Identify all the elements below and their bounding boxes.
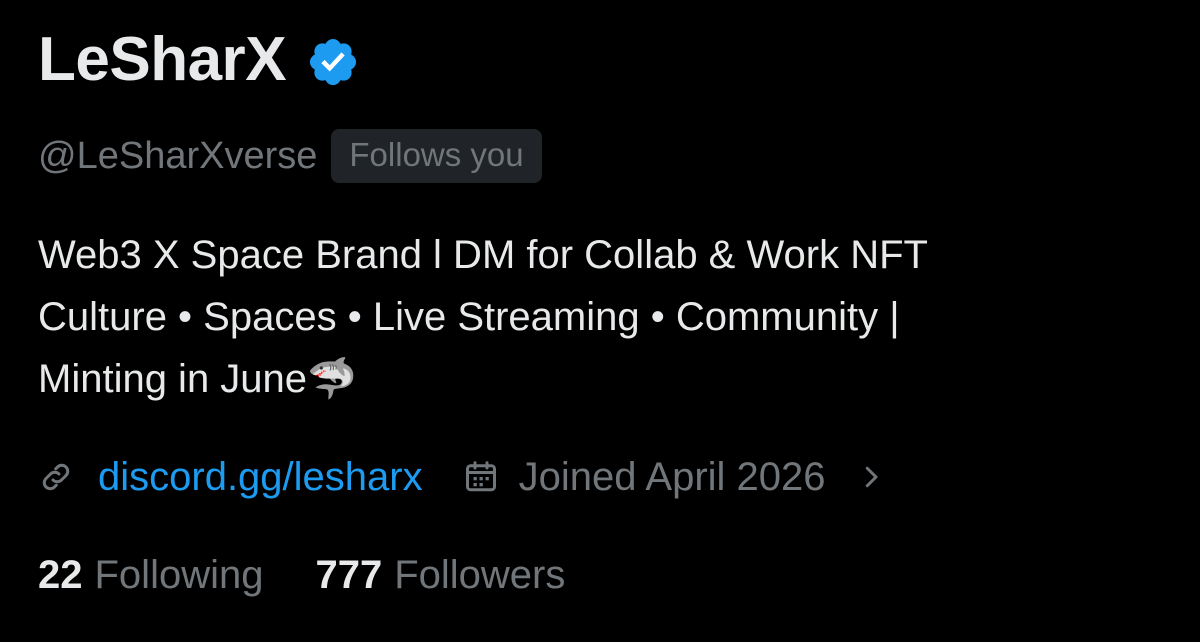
- name-row: LeSharX: [38, 22, 360, 98]
- chevron-right-icon[interactable]: [856, 462, 886, 492]
- display-name: LeSharX: [38, 25, 287, 94]
- followers-count: 777: [315, 552, 383, 597]
- followers-stat[interactable]: 777 Followers: [315, 553, 565, 598]
- bio-line-3: Minting in June🦈: [38, 357, 357, 401]
- user-handle: @LeSharXverse: [38, 135, 318, 177]
- follows-you-badge: Follows you: [331, 129, 542, 183]
- bio-line-1: Web3 X Space Brand l DM for Collab & Wor…: [38, 233, 928, 277]
- bio: Web3 X Space Brand l DM for Collab & Wor…: [38, 224, 1168, 410]
- followers-label: Followers: [394, 552, 566, 597]
- follow-stats: 22 Following 777 Followers: [38, 544, 565, 606]
- bio-line-2: Culture • Spaces • Live Streaming • Comm…: [38, 295, 900, 339]
- handle-row: @LeSharXverse Follows you: [38, 128, 542, 184]
- verified-badge-icon[interactable]: [306, 35, 360, 89]
- calendar-icon: [465, 461, 496, 492]
- following-count: 22: [38, 552, 83, 597]
- following-label: Following: [94, 552, 264, 597]
- website-link[interactable]: discord.gg/lesharx: [98, 455, 423, 500]
- joined-date: Joined April 2026: [518, 454, 826, 499]
- profile-meta-row: discord.gg/lesharx Joined April 2026: [38, 446, 886, 508]
- link-icon: [42, 463, 70, 491]
- following-stat[interactable]: 22 Following: [38, 553, 263, 598]
